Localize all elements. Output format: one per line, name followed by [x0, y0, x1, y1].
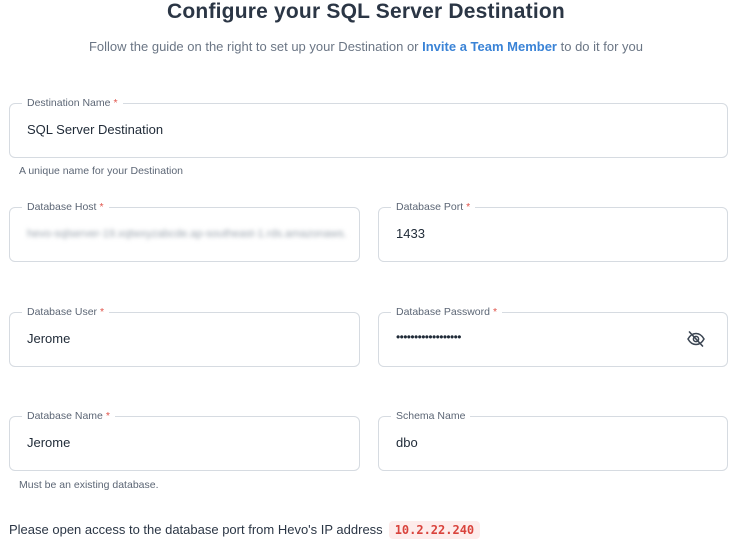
database-password-field[interactable]: Database Password * •••••••••••••••••• — [378, 306, 728, 367]
schema-name-input[interactable]: dbo — [396, 435, 418, 450]
database-password-input[interactable]: •••••••••••••••••• — [396, 330, 461, 344]
ip-access-text: Please open access to the database port … — [9, 522, 383, 537]
subtitle-text-pre: Follow the guide on the right to set up … — [88, 39, 423, 54]
database-port-label: Database Port * — [391, 201, 476, 213]
database-name-field[interactable]: Database Name * Jerome — [9, 410, 360, 471]
database-name-label: Database Name * — [22, 410, 115, 422]
subtitle-text-post: to do it for you — [557, 39, 643, 54]
database-port-input[interactable]: 1433 — [396, 226, 425, 241]
destination-config-page: Configure your SQL Server Destination Fo… — [0, 0, 732, 543]
database-host-label: Database Host * — [22, 201, 109, 213]
ip-access-note: Please open access to the database port … — [9, 521, 481, 539]
database-password-label: Database Password * — [391, 306, 503, 318]
database-host-input[interactable]: hevo-sqlserver-19.xqtwxyzabcde.ap-southe… — [27, 228, 347, 240]
database-port-field[interactable]: Database Port * 1433 — [378, 201, 728, 262]
destination-name-field[interactable]: Destination Name * SQL Server Destination — [9, 97, 728, 158]
page-subtitle: Follow the guide on the right to set up … — [0, 39, 732, 54]
database-name-hint: Must be an existing database. — [19, 479, 159, 491]
database-user-field[interactable]: Database User * Jerome — [9, 306, 360, 367]
database-user-input[interactable]: Jerome — [27, 331, 70, 346]
database-user-label: Database User * — [22, 306, 110, 318]
destination-name-label: Destination Name * — [22, 97, 123, 109]
eye-off-icon[interactable] — [687, 331, 705, 347]
destination-name-hint: A unique name for your Destination — [19, 165, 184, 177]
database-host-field[interactable]: Database Host * hevo-sqlserver-19.xqtwxyz… — [9, 201, 360, 262]
schema-name-field[interactable]: Schema Name dbo — [378, 410, 728, 471]
schema-name-label: Schema Name — [391, 410, 471, 422]
destination-name-input[interactable]: SQL Server Destination — [27, 122, 163, 137]
invite-team-member-link[interactable]: Invite a Team Member — [422, 39, 557, 54]
hevo-ip-badge: 10.2.22.240 — [388, 521, 481, 539]
page-title: Configure your SQL Server Destination — [167, 0, 565, 23]
database-name-input[interactable]: Jerome — [27, 435, 70, 450]
